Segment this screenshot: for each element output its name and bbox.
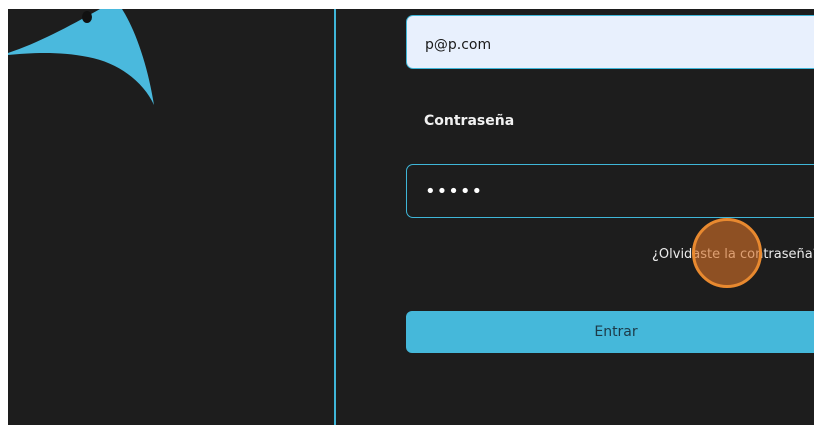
login-button[interactable]: Entrar (406, 311, 814, 353)
email-field[interactable] (406, 15, 814, 69)
bird-logo-icon (8, 9, 154, 105)
app-window: Contraseña ¿Olvidaste la contraseña? Ent… (8, 9, 814, 425)
password-label: Contraseña (424, 113, 515, 129)
password-field[interactable] (406, 164, 814, 218)
forgot-password-link[interactable]: ¿Olvidaste la contraseña? (652, 247, 814, 262)
branding-panel (8, 9, 334, 425)
login-form: Contraseña ¿Olvidaste la contraseña? Ent… (336, 9, 814, 425)
